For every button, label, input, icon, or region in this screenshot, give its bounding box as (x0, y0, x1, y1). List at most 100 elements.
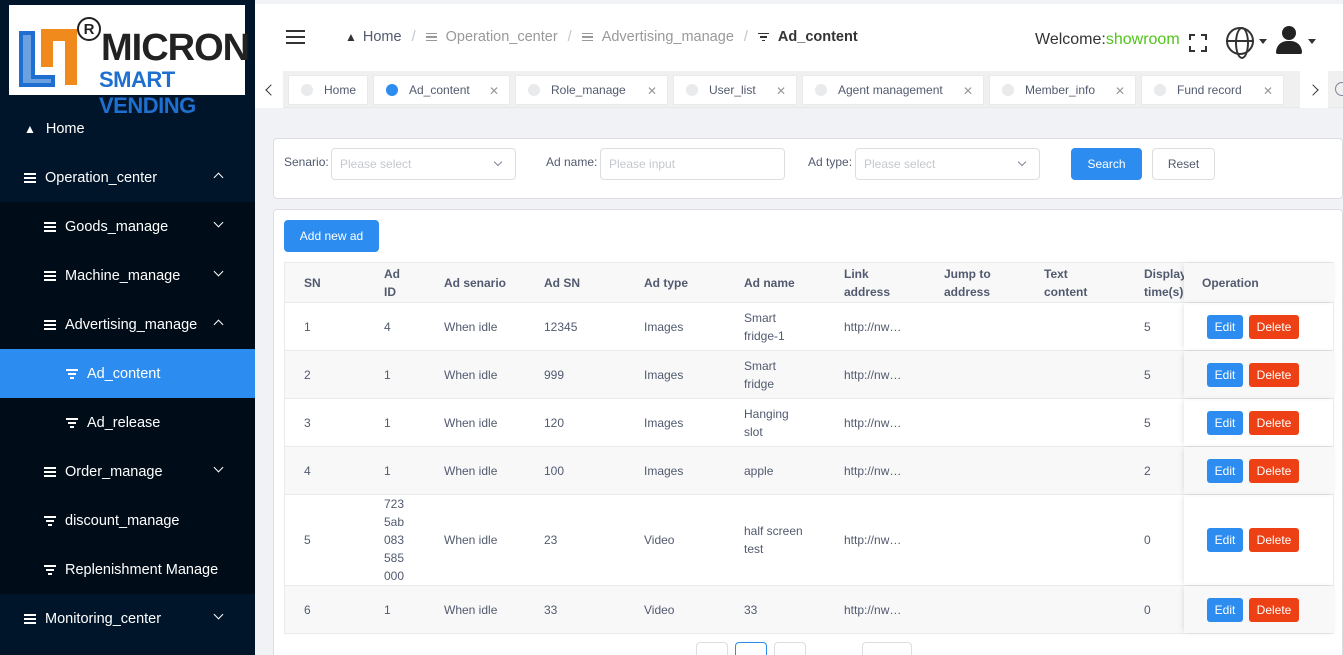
cell-ad-id: 7235ab083585000 (384, 497, 405, 583)
fullscreen-icon[interactable] (1189, 34, 1207, 52)
sidebar-item-label: Goods_manage (65, 218, 169, 235)
delete-button[interactable]: Delete (1249, 459, 1299, 483)
tag-label: User_list (709, 83, 756, 97)
table-row: 5 7235ab083585000 When idle 23 Video hal… (285, 495, 1333, 586)
close-icon[interactable]: ✕ (776, 84, 786, 98)
user-caret-icon[interactable] (1308, 39, 1316, 44)
cell-ad-id: 1 (384, 463, 391, 478)
menu-icon (24, 172, 36, 183)
pagination-page-current[interactable] (735, 642, 767, 655)
sidebar-item-machine-manage[interactable]: Machine_manage (0, 251, 255, 300)
operation-cell: Edit Delete (1184, 495, 1335, 585)
welcome-text: Welcome:showroom (1035, 31, 1180, 49)
column-header-jump-address: Jump to address (944, 266, 991, 299)
adname-input[interactable] (600, 148, 785, 180)
sidebar-item-label: Advertising_manage (65, 316, 198, 333)
delete-button[interactable]: Delete (1249, 598, 1299, 622)
adname-label: Ad name: (546, 155, 598, 169)
breadcrumb-label: Ad_content (777, 29, 858, 45)
senario-select[interactable]: Please select (331, 148, 516, 180)
tag-ad-content[interactable]: Ad_content ✕ (373, 75, 510, 105)
pagination-prev[interactable] (696, 642, 728, 655)
add-new-ad-button[interactable]: Add new ad (284, 220, 379, 252)
sidebar-item-label: Ad_release (87, 414, 161, 431)
delete-button[interactable]: Delete (1249, 411, 1299, 435)
edit-button[interactable]: Edit (1207, 411, 1243, 435)
cell-name: apple (744, 463, 774, 478)
cell-type: Images (644, 319, 684, 334)
table-row: 1 4 When idle 12345 Images Smart fridge-… (285, 303, 1333, 351)
user-avatar-icon[interactable] (1275, 26, 1303, 56)
tag-dot (815, 84, 827, 96)
tag-home[interactable]: Home (288, 75, 368, 105)
tag-role-manage[interactable]: Role_manage ✕ (515, 75, 668, 105)
menu-icon (44, 319, 56, 330)
cell-link: http://nw… (844, 319, 902, 334)
close-icon[interactable]: ✕ (489, 84, 499, 98)
edit-button[interactable]: Edit (1207, 459, 1243, 483)
sidebar-item-goods-manage[interactable]: Goods_manage (0, 202, 255, 251)
tag-user-list[interactable]: User_list ✕ (673, 75, 797, 105)
language-globe-icon[interactable] (1226, 27, 1254, 59)
menu-icon (44, 466, 56, 477)
tag-dot (686, 84, 698, 96)
close-icon[interactable]: ✕ (1115, 84, 1125, 98)
pagination-next[interactable] (774, 642, 806, 655)
cell-sn: 2 (304, 367, 311, 382)
edit-button[interactable]: Edit (1207, 363, 1243, 387)
sidebar-item-monitoring-center[interactable]: Monitoring_center (0, 594, 255, 643)
cell-name: Smart fridge (744, 358, 777, 391)
cell-name: Hanging slot (744, 406, 789, 439)
senario-placeholder: Please select (340, 157, 412, 171)
close-icon[interactable]: ✕ (647, 84, 657, 98)
tags-scroll-right[interactable] (1300, 71, 1328, 108)
tags-scroll-left[interactable] (255, 71, 283, 108)
delete-button[interactable]: Delete (1249, 363, 1299, 387)
sidebar-item-replenishment-manage[interactable]: Replenishment Manage (0, 545, 255, 594)
tag-fund-record[interactable]: Fund record ✕ (1141, 75, 1284, 105)
sidebar-item-label: Ad_content (87, 365, 161, 382)
tag-agent-management[interactable]: Agent management ✕ (802, 75, 984, 105)
sidebar-item-ad-content[interactable]: Ad_content (0, 349, 255, 398)
language-caret-icon[interactable] (1259, 39, 1267, 44)
pagination-page-size-select[interactable] (862, 642, 912, 655)
cell-link: http://nw… (844, 367, 902, 382)
sidebar-item-order-manage[interactable]: Order_manage (0, 447, 255, 496)
menu-icon (581, 32, 593, 42)
close-icon[interactable]: ✕ (1263, 84, 1273, 98)
chevron-right-icon (1306, 83, 1319, 96)
tags-options-icon[interactable] (1335, 82, 1343, 96)
sidebar-item-discount-manage[interactable]: discount_manage (0, 496, 255, 545)
senario-label: Senario: (284, 155, 329, 169)
hamburger-icon[interactable] (286, 30, 305, 44)
breadcrumb-ad-content: Ad_content (757, 29, 858, 45)
table-row: 2 1 When idle 999 Images Smart fridge ht… (285, 351, 1335, 399)
column-header-operation: Operation (1202, 275, 1259, 290)
edit-button[interactable]: Edit (1207, 315, 1243, 339)
table-header-row: SN Ad ID Ad senario Ad SN Ad type Ad nam… (285, 263, 1335, 303)
cell-sn: 6 (304, 602, 311, 617)
sidebar-item-label: Replenishment Manage (65, 561, 219, 578)
tag-member-info[interactable]: Member_info ✕ (989, 75, 1136, 105)
breadcrumb-home[interactable]: ▲ Home (345, 29, 402, 45)
breadcrumb-advertising-manage[interactable]: Advertising_manage (581, 29, 734, 45)
cell-senario: When idle (444, 463, 498, 478)
adtype-select[interactable]: Please select (855, 148, 1040, 180)
cell-type: Images (644, 463, 684, 478)
chevron-down-icon (213, 609, 224, 620)
sidebar-item-advertising-manage[interactable]: Advertising_manage (0, 300, 255, 349)
breadcrumb-separator: / (743, 29, 748, 45)
table-row: 3 1 When idle 120 Images Hanging slot ht… (285, 399, 1333, 447)
edit-button[interactable]: Edit (1207, 528, 1243, 552)
sidebar-item-operation-center[interactable]: Operation_center (0, 153, 255, 202)
search-button[interactable]: Search (1071, 148, 1142, 180)
delete-button[interactable]: Delete (1249, 315, 1299, 339)
reset-button[interactable]: Reset (1152, 148, 1215, 180)
sidebar-item-home[interactable]: ▲ Home (0, 105, 255, 153)
close-icon[interactable]: ✕ (963, 84, 973, 98)
delete-button[interactable]: Delete (1249, 528, 1299, 552)
sidebar-item-ad-release[interactable]: Ad_release (0, 398, 255, 447)
ad-table: SN Ad ID Ad senario Ad SN Ad type Ad nam… (284, 262, 1335, 634)
edit-button[interactable]: Edit (1207, 598, 1243, 622)
breadcrumb-operation-center[interactable]: Operation_center (425, 29, 558, 45)
